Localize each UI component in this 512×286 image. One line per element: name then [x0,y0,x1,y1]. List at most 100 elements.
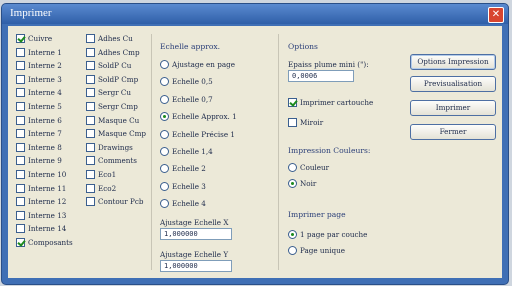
layer-checkbox[interactable] [86,47,95,57]
layer-checkbox[interactable] [86,88,95,98]
layer-checkbox[interactable] [86,34,95,43]
layer-checkbox[interactable] [16,197,25,207]
layer-label: Sergr Cu [98,88,132,98]
layer-checkbox[interactable] [16,238,25,247]
layer-label: Interne 4 [28,88,62,98]
adjust-x-input[interactable]: 1,000000 [160,228,232,240]
layer-label: Interne 13 [28,210,67,220]
layer-checkbox[interactable] [86,115,95,125]
page-per-layer-label: 1 page par couche [300,230,368,239]
layer-label: Adhes Cu [98,34,133,43]
single-page-label: Page unique [300,246,345,255]
scale-radio-label: Echelle 3 [172,181,206,191]
adjust-x-label: Ajustage Echelle X [160,218,229,227]
scale-radio[interactable] [160,94,169,104]
layer-label: Adhes Cmp [98,47,140,57]
layer-checkbox[interactable] [86,142,95,152]
scale-radio[interactable] [160,199,169,209]
layer-checkbox[interactable] [16,156,25,166]
pen-width-input[interactable]: 0,0006 [288,70,354,82]
close-icon[interactable]: ✕ [488,7,504,23]
layer-checkbox[interactable] [16,210,25,220]
dialog-body: Cuivre Interne 1 Interne 2 Interne 3 Interne… [8,26,502,278]
layer-checkbox[interactable] [86,183,95,193]
layer-checkbox[interactable] [86,74,95,84]
scale-radio[interactable] [160,60,169,69]
scale-radio-label: Echelle Approx. 1 [172,112,237,122]
layer-label: Interne 2 [28,61,62,71]
layer-label: SoldP Cu [98,61,132,71]
layer-checkbox[interactable] [16,170,25,179]
layer-checkbox[interactable] [16,183,25,193]
layer-checkbox[interactable] [16,102,25,111]
scale-radio[interactable] [160,77,169,87]
layer-label: Interne 3 [28,74,62,84]
layer-checkbox[interactable] [16,47,25,57]
scale-radio-label: Echelle 0,7 [172,94,213,104]
print-options-button[interactable]: Options Impression [410,54,496,70]
scale-radio-label: Echelle 4 [172,199,206,209]
layer-checkbox[interactable] [16,88,25,98]
mirror-label: Miroir [300,118,324,127]
layer-checkbox[interactable] [16,129,25,139]
layer-label: Interne 11 [28,183,67,193]
layer-label: Cuivre [28,34,53,43]
scale-header: Echelle approx. [160,42,221,51]
scale-radio[interactable] [160,147,169,156]
layer-label: Masque Cmp [98,129,147,139]
layer-label: Masque Cu [98,115,140,125]
color-radio-label: Couleur [300,163,330,172]
layer-checkbox[interactable] [86,170,95,179]
page-per-layer-radio[interactable] [288,230,297,239]
layer-label: Drawings [98,142,133,152]
divider [278,34,279,270]
print-button[interactable]: Imprimer [410,100,496,116]
scale-radio[interactable] [160,181,169,191]
layer-label: Interne 6 [28,115,62,125]
layer-label: Interne 7 [28,129,62,139]
layer-checkbox[interactable] [16,74,25,84]
layer-label: Sergr Cmp [98,102,138,111]
layer-label: Interne 8 [28,142,62,152]
pen-width-label: Epaiss plume mini ("): [288,60,369,69]
scale-radio-label: Echelle 2 [172,164,206,174]
black-radio[interactable] [288,179,297,188]
layer-checkbox[interactable] [16,61,25,71]
layer-label: Interne 1 [28,47,62,57]
layer-checkbox[interactable] [86,102,95,111]
layer-checkbox[interactable] [16,34,25,43]
layer-label: Comments [98,156,137,166]
layer-label: SoldP Cmp [98,74,139,84]
layer-checkbox[interactable] [16,115,25,125]
layer-checkbox[interactable] [86,197,95,207]
print-dialog: Imprimer ✕ Cuivre Interne 1 Interne 2 Inter… [2,4,508,284]
layer-label: Interne 5 [28,102,62,111]
preview-button[interactable]: Previsualisation [410,76,496,92]
layer-checkbox[interactable] [86,129,95,139]
scale-radio-label: Echelle 0,5 [172,77,213,87]
options-header: Options [288,42,318,51]
layer-checkbox[interactable] [86,61,95,71]
title-bar[interactable]: Imprimer ✕ [2,4,508,24]
close-button[interactable]: Fermer [410,124,496,140]
print-cartouche-checkbox[interactable] [288,98,297,107]
divider [151,34,152,270]
layer-checkbox[interactable] [16,224,25,234]
layer-label: Eco1 [98,170,117,179]
scale-radio[interactable] [160,129,169,139]
layer-checkbox[interactable] [16,142,25,152]
mirror-checkbox[interactable] [288,118,297,127]
color-radio[interactable] [288,163,297,172]
layer-label: Interne 9 [28,156,62,166]
adjust-y-input[interactable]: 1,000000 [160,260,232,272]
single-page-radio[interactable] [288,246,297,255]
print-cartouche-label: Imprimer cartouche [300,98,374,107]
layer-label: Contour Pcb [98,197,144,207]
scale-radio[interactable] [160,112,169,122]
scale-radio[interactable] [160,164,169,174]
scale-radio-label: Echelle 1,4 [172,147,213,156]
layer-checkbox[interactable] [86,156,95,166]
color-print-header: Impression Couleurs: [288,146,371,155]
layer-label: Interne 10 [28,170,67,179]
print-page-header: Imprimer page [288,210,346,219]
